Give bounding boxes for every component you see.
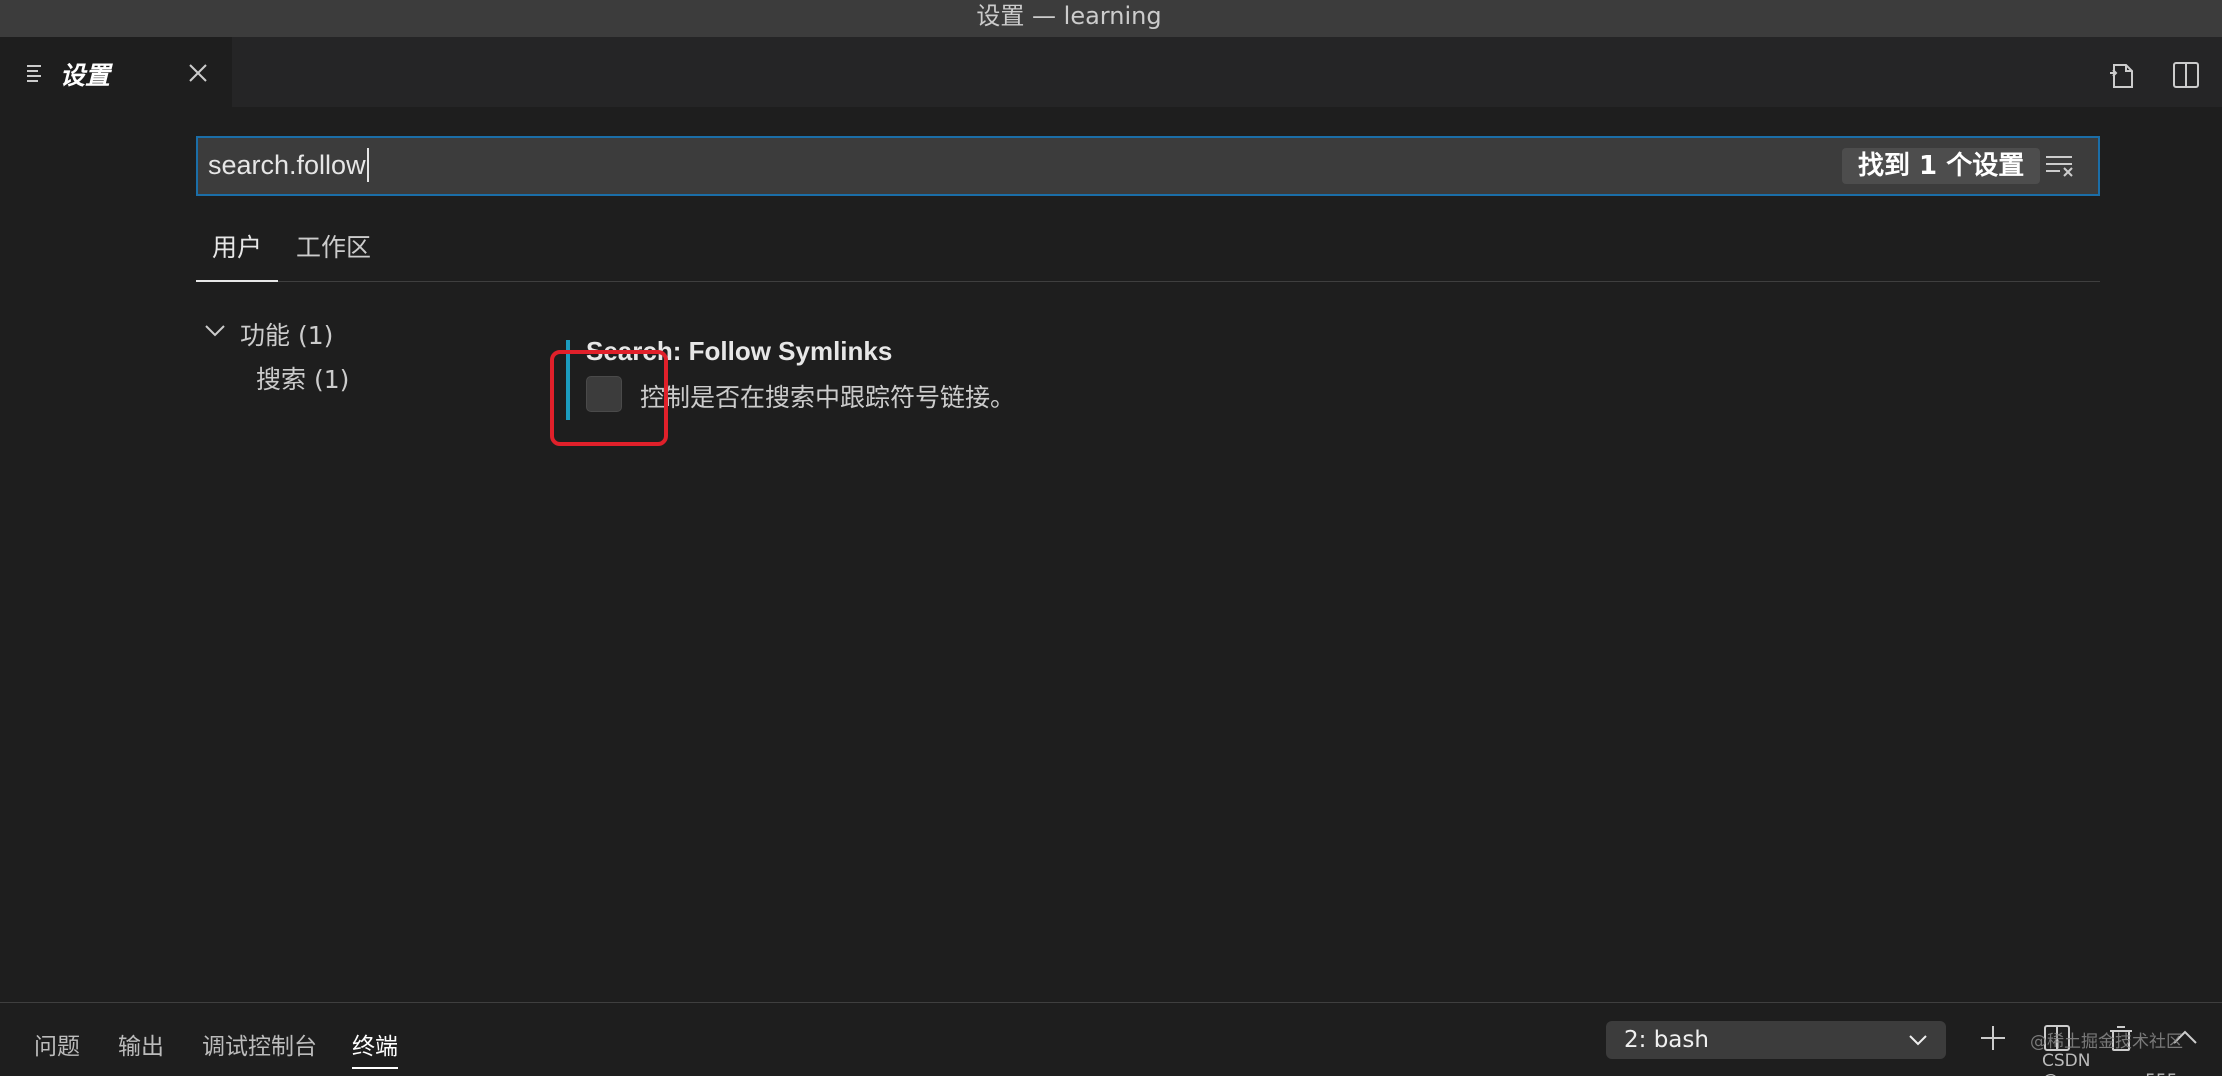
annotation-highlight-box bbox=[550, 350, 668, 446]
window-titlebar: 设置 — learning bbox=[0, 0, 2222, 37]
toc-item-search[interactable]: 搜索 (1) bbox=[256, 360, 349, 396]
settings-search-box[interactable]: search.follow 找到 1 个设置 bbox=[196, 136, 2100, 196]
setting-name: Follow Symlinks bbox=[688, 336, 893, 366]
tab-workspace[interactable]: 工作区 bbox=[296, 232, 371, 282]
panel-tab-output[interactable]: 输出 bbox=[118, 1027, 164, 1061]
result-count-badge: 找到 1 个设置 bbox=[1842, 148, 2041, 184]
chevron-down-icon bbox=[205, 325, 225, 337]
close-icon[interactable] bbox=[186, 61, 210, 85]
terminal-select[interactable]: 2: bash bbox=[1606, 1021, 1946, 1059]
clear-filter-icon[interactable] bbox=[2044, 154, 2074, 178]
panel-tab-terminal[interactable]: 终端 bbox=[352, 1027, 398, 1069]
chevron-down-icon bbox=[1909, 1035, 1927, 1046]
settings-list-icon bbox=[27, 65, 41, 82]
add-terminal-icon[interactable] bbox=[1978, 1023, 2008, 1053]
watermark-juejin: @稀土掘金技术社区 bbox=[2030, 1032, 2183, 1052]
editor-tab-bar: 设置 bbox=[0, 37, 2222, 107]
setting-description: 控制是否在搜索中跟踪符号链接。 bbox=[640, 383, 1016, 412]
setting-separator: : bbox=[672, 336, 689, 366]
settings-scope-tabs: 用户 工作区 bbox=[195, 232, 2100, 282]
terminal-select-value: 2: bash bbox=[1624, 1027, 1709, 1053]
toc-group-label: 功能 bbox=[240, 321, 291, 350]
tab-settings[interactable]: 设置 bbox=[0, 37, 232, 107]
split-editor-icon[interactable] bbox=[2170, 59, 2202, 91]
search-input[interactable]: search.follow bbox=[208, 147, 369, 182]
toc-sub-label: 搜索 bbox=[256, 365, 307, 394]
panel-tab-debug-console[interactable]: 调试控制台 bbox=[202, 1027, 317, 1061]
open-settings-json-icon[interactable] bbox=[2106, 59, 2138, 91]
text-caret bbox=[366, 147, 369, 182]
window-title: 设置 — learning bbox=[976, 2, 1162, 30]
bottom-panel: 问题 输出 调试控制台 终端 2: bash @稀土掘金技术社区 CSDN @a… bbox=[0, 1002, 2222, 1076]
tab-user[interactable]: 用户 bbox=[195, 232, 279, 282]
watermark-csdn: CSDN @amoureux555 bbox=[2042, 1051, 2178, 1076]
panel-tab-problems[interactable]: 问题 bbox=[34, 1027, 80, 1061]
search-input-value: search.follow bbox=[208, 150, 366, 180]
tab-label: 设置 bbox=[60, 61, 111, 90]
toc-sub-count: (1) bbox=[313, 365, 350, 394]
toc-group-count: (1) bbox=[297, 321, 334, 350]
